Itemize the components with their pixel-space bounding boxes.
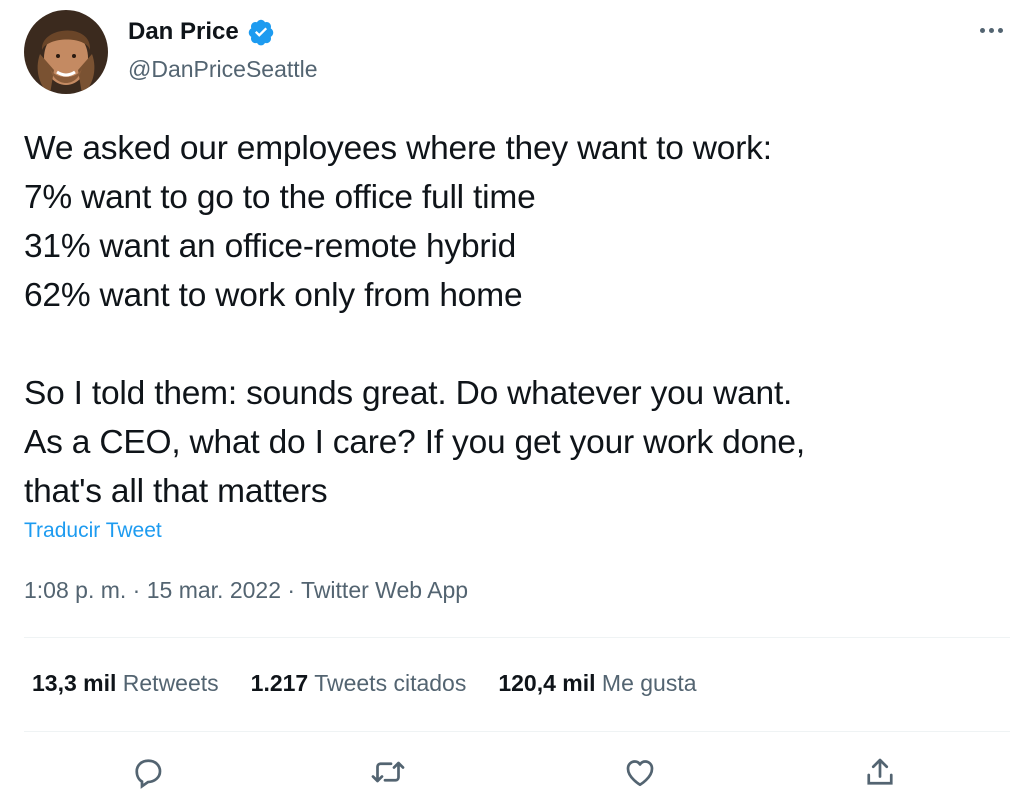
likes-count: 120,4 mil [498,670,596,696]
translate-tweet-link[interactable]: Traducir Tweet [24,519,162,543]
tweet-time[interactable]: 1:08 p. m. [24,577,126,603]
tweet-stats: 13,3 mil Retweets 1.217 Tweets citados 1… [32,670,697,697]
more-options-icon[interactable] [976,22,1006,38]
tweet-actions-bar [0,750,1024,798]
retweet-icon[interactable] [366,750,410,794]
author-name-row[interactable]: Dan Price [128,18,275,46]
quote-tweets-label: Tweets citados [314,670,467,696]
quote-tweets-stat[interactable]: 1.217 Tweets citados [251,670,467,697]
tweet-metadata: 1:08 p. m. · 15 mar. 2022 · Twitter Web … [24,577,468,604]
likes-stat[interactable]: 120,4 mil Me gusta [498,670,696,697]
meta-separator: · [287,577,296,603]
verified-badge-icon [247,18,275,46]
divider [24,637,1010,638]
divider [24,731,1010,732]
tweet-line: As a CEO, what do I care? If you get you… [24,424,805,461]
reply-icon[interactable] [126,750,170,794]
avatar-image [24,10,108,94]
tweet-line: that's all that matters [24,473,328,510]
tweet-line: We asked our employees where they want t… [24,130,772,167]
tweet-text: We asked our employees where they want t… [24,124,1004,516]
tweet-date[interactable]: 15 mar. 2022 [147,577,281,603]
meta-separator: · [132,577,141,603]
tweet-line: 7% want to go to the office full time [24,179,536,216]
tweet-line: So I told them: sounds great. Do whateve… [24,375,793,412]
like-icon[interactable] [618,750,662,794]
likes-label: Me gusta [601,670,697,696]
quote-tweets-count: 1.217 [250,670,309,696]
retweets-label: Retweets [122,670,219,696]
tweet-line: 62% want to work only from home [24,277,523,314]
share-icon[interactable] [858,750,902,794]
tweet-client[interactable]: Twitter Web App [301,577,468,603]
author-handle[interactable]: @DanPriceSeattle [128,56,318,83]
retweets-count: 13,3 mil [32,670,117,696]
avatar[interactable] [24,10,108,94]
tweet-line: 31% want an office-remote hybrid [24,228,517,265]
retweets-stat[interactable]: 13,3 mil Retweets [32,670,219,697]
author-display-name[interactable]: Dan Price [128,18,239,46]
